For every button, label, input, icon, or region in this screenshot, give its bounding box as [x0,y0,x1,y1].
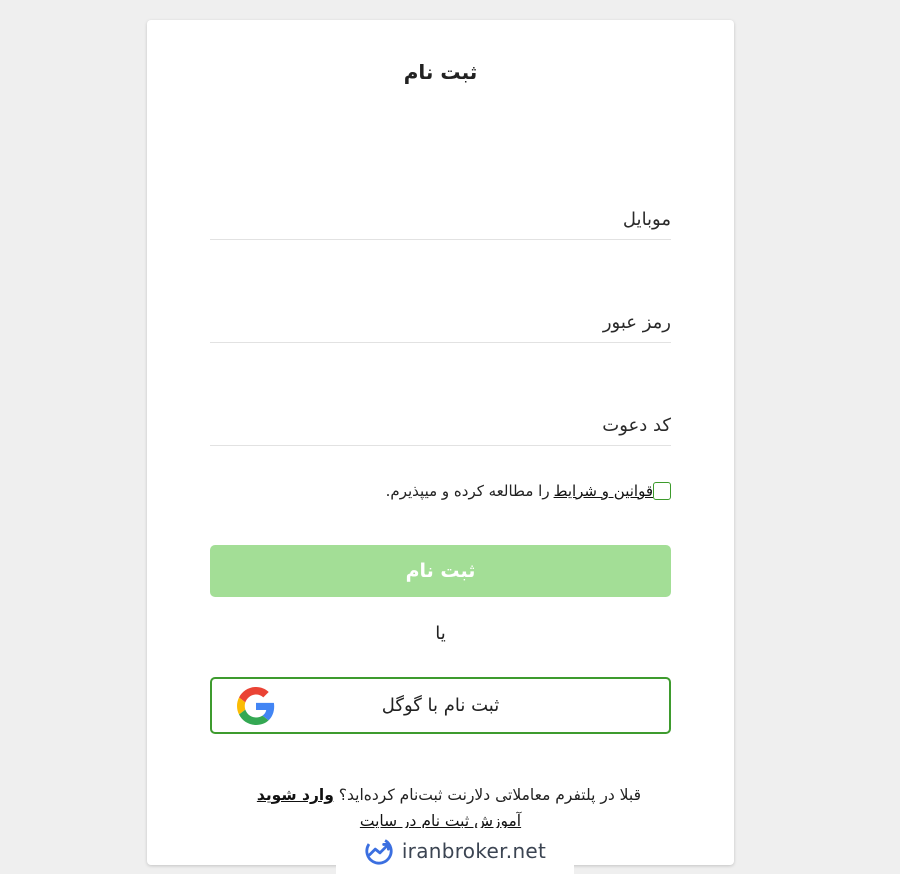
chart-trend-icon [365,837,393,865]
login-prompt: قبلا در پلتفرم معاملاتی دلارنت ثبت‌نام ک… [210,786,671,804]
terms-link[interactable]: قوانین و شرایط [554,482,653,500]
login-link[interactable]: وارد شوید [257,786,334,804]
terms-checkbox[interactable] [653,482,671,500]
google-signup-label: ثبت نام با گوگل [381,695,500,716]
login-prompt-text: قبلا در پلتفرم معاملاتی دلارنت ثبت‌نام ک… [333,786,641,804]
invite-code-input[interactable] [210,405,671,445]
signup-card: ثبت نام قوانین و شرایط را مطالعه کرده و … [147,20,734,865]
watermark: iranbroker.net [336,828,574,874]
invite-field-wrapper [210,405,671,446]
terms-text: را مطالعه کرده و میپذیرم. [385,482,550,500]
signup-button[interactable]: ثبت نام [210,545,671,597]
password-field-wrapper [210,302,671,343]
google-signup-button[interactable]: ثبت نام با گوگل [210,677,671,734]
mobile-input[interactable] [210,199,671,239]
mobile-field-wrapper [210,199,671,240]
or-divider-text: یا [435,623,446,644]
terms-row: قوانین و شرایط را مطالعه کرده و میپذیرم. [386,480,671,502]
watermark-text: iranbroker.net [401,839,547,863]
google-g-icon [237,687,275,725]
page-title: ثبت نام [403,60,478,84]
password-input[interactable] [210,302,671,342]
